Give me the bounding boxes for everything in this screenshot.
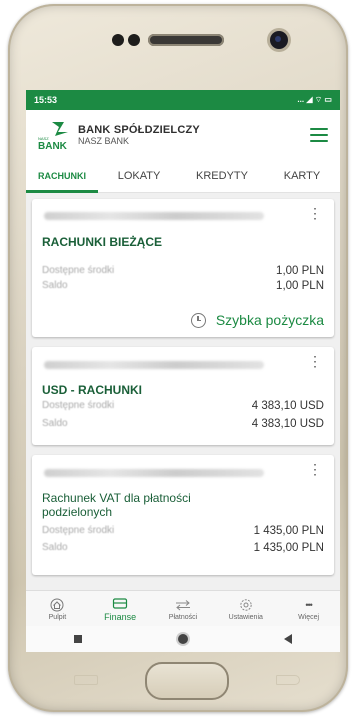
front-camera bbox=[270, 31, 288, 49]
recent-apps-icon[interactable] bbox=[74, 635, 82, 643]
tab-lokaty[interactable]: LOKATY bbox=[98, 170, 180, 182]
bottom-navigation: Pulpit Finanse Płatności Ustawienia ••• … bbox=[26, 590, 340, 627]
hamburger-menu-icon[interactable] bbox=[310, 128, 328, 142]
account-card[interactable]: ⋮ RACHUNKI BIEŻĄCE Dostępne środki 1,00 … bbox=[32, 199, 334, 337]
active-tab-indicator bbox=[26, 190, 98, 193]
bank-logo: NASZ BANK bbox=[38, 120, 72, 152]
home-icon bbox=[50, 598, 64, 611]
account-number-blurred bbox=[44, 361, 264, 369]
nav-item-wiecej[interactable]: ••• Więcej bbox=[277, 591, 340, 627]
account-card[interactable]: ⋮ Rachunek VAT dla płatności podzielonyc… bbox=[32, 455, 334, 575]
account-title: USD - RACHUNKI bbox=[42, 383, 142, 397]
more-options-icon[interactable]: ⋮ bbox=[308, 462, 322, 476]
available-funds-row: Dostępne środki 1,00 PLN bbox=[42, 265, 324, 277]
balance-label: Saldo bbox=[42, 280, 68, 291]
tab-karty[interactable]: KARTY bbox=[264, 170, 340, 182]
front-sensor bbox=[112, 34, 124, 46]
nav-label: Finanse bbox=[104, 612, 137, 622]
available-funds-label: Dostępne środki bbox=[42, 525, 115, 536]
available-funds-row: Dostępne środki 1 435,00 PLN bbox=[42, 525, 324, 537]
status-bar: 15:53 ... ◢ ⌔ ▭ bbox=[26, 90, 340, 110]
tab-rachunki[interactable]: RACHUNKI bbox=[26, 171, 98, 181]
product-tabs: RACHUNKI LOKATY KREDYTY KARTY bbox=[26, 160, 340, 193]
balance-row: Saldo 1 435,00 PLN bbox=[42, 542, 324, 554]
status-icons: ... ◢ ⌔ ▭ bbox=[297, 95, 332, 104]
hardware-back-key bbox=[276, 675, 300, 685]
balance-value: 4 383,10 USD bbox=[251, 418, 324, 430]
gear-icon bbox=[240, 598, 252, 611]
balance-value: 1 435,00 PLN bbox=[253, 542, 324, 554]
accounts-list: ⋮ RACHUNKI BIEŻĄCE Dostępne środki 1,00 … bbox=[26, 193, 340, 575]
account-number-blurred bbox=[44, 469, 264, 477]
bank-name-line2: NASZ BANK bbox=[78, 136, 130, 146]
logo-main-text: BANK bbox=[38, 141, 68, 150]
app-header: NASZ BANK BANK SPÓŁDZIELCZY NASZ BANK bbox=[26, 110, 340, 160]
available-funds-label: Dostępne środki bbox=[42, 265, 115, 276]
wallet-icon bbox=[113, 597, 128, 609]
hardware-home-button[interactable] bbox=[145, 662, 229, 700]
available-funds-row: Dostępne środki 4 383,10 USD bbox=[42, 400, 324, 412]
status-time: 15:53 bbox=[34, 95, 58, 105]
more-dots-icon: ••• bbox=[305, 599, 313, 610]
front-sensor bbox=[128, 34, 140, 46]
account-title: RACHUNKI BIEŻĄCE bbox=[42, 235, 162, 249]
available-funds-label: Dostępne środki bbox=[42, 400, 115, 411]
more-options-icon[interactable]: ⋮ bbox=[308, 354, 322, 368]
quick-loan-label: Szybka pożyczka bbox=[215, 312, 324, 328]
account-title-line2: podzielonych bbox=[42, 505, 113, 519]
quick-loan-link[interactable]: Szybka pożyczka bbox=[190, 312, 324, 328]
nav-item-ustawienia[interactable]: Ustawienia bbox=[214, 591, 277, 627]
balance-row: Saldo 4 383,10 USD bbox=[42, 418, 324, 430]
hardware-recent-key bbox=[74, 675, 98, 685]
app-screen: 15:53 ... ◢ ⌔ ▭ NASZ BANK BANK SPÓŁDZIEL… bbox=[26, 90, 340, 652]
account-title-line1: Rachunek VAT dla płatności bbox=[42, 491, 191, 505]
bank-name: BANK SPÓŁDZIELCZY NASZ BANK bbox=[78, 124, 200, 146]
available-funds-value: 1,00 PLN bbox=[276, 265, 324, 277]
more-options-icon[interactable]: ⋮ bbox=[308, 206, 322, 220]
bank-logo-icon: NASZ BANK bbox=[38, 122, 68, 152]
system-navigation-bar bbox=[26, 626, 340, 652]
nav-item-finanse[interactable]: Finanse bbox=[89, 591, 152, 627]
available-funds-value: 4 383,10 USD bbox=[251, 400, 324, 412]
nav-item-platnosci[interactable]: Płatności bbox=[152, 591, 215, 627]
phone-frame: 15:53 ... ◢ ⌔ ▭ NASZ BANK BANK SPÓŁDZIEL… bbox=[8, 4, 348, 712]
nav-label: Ustawienia bbox=[228, 613, 263, 621]
balance-row: Saldo 1,00 PLN bbox=[42, 280, 324, 292]
earpiece-speaker bbox=[148, 34, 224, 46]
available-funds-value: 1 435,00 PLN bbox=[253, 525, 324, 537]
account-card[interactable]: ⋮ USD - RACHUNKI Dostępne środki 4 383,1… bbox=[32, 347, 334, 445]
nav-label: Płatności bbox=[168, 613, 198, 621]
tab-kredyty[interactable]: KREDYTY bbox=[180, 170, 264, 182]
balance-label: Saldo bbox=[42, 418, 68, 429]
nav-label: Więcej bbox=[298, 613, 320, 621]
back-triangle-icon[interactable] bbox=[284, 634, 292, 644]
balance-value: 1,00 PLN bbox=[276, 280, 324, 292]
home-circle-icon[interactable] bbox=[178, 634, 188, 644]
balance-label: Saldo bbox=[42, 542, 68, 553]
transfer-arrows-icon bbox=[175, 599, 190, 610]
nav-item-pulpit[interactable]: Pulpit bbox=[26, 591, 89, 627]
bank-name-line1: BANK SPÓŁDZIELCZY bbox=[78, 124, 200, 136]
account-number-blurred bbox=[44, 212, 264, 220]
account-title: Rachunek VAT dla płatności podzielonych bbox=[42, 491, 191, 519]
nav-label: Pulpit bbox=[48, 613, 67, 621]
clock-icon bbox=[190, 312, 206, 328]
